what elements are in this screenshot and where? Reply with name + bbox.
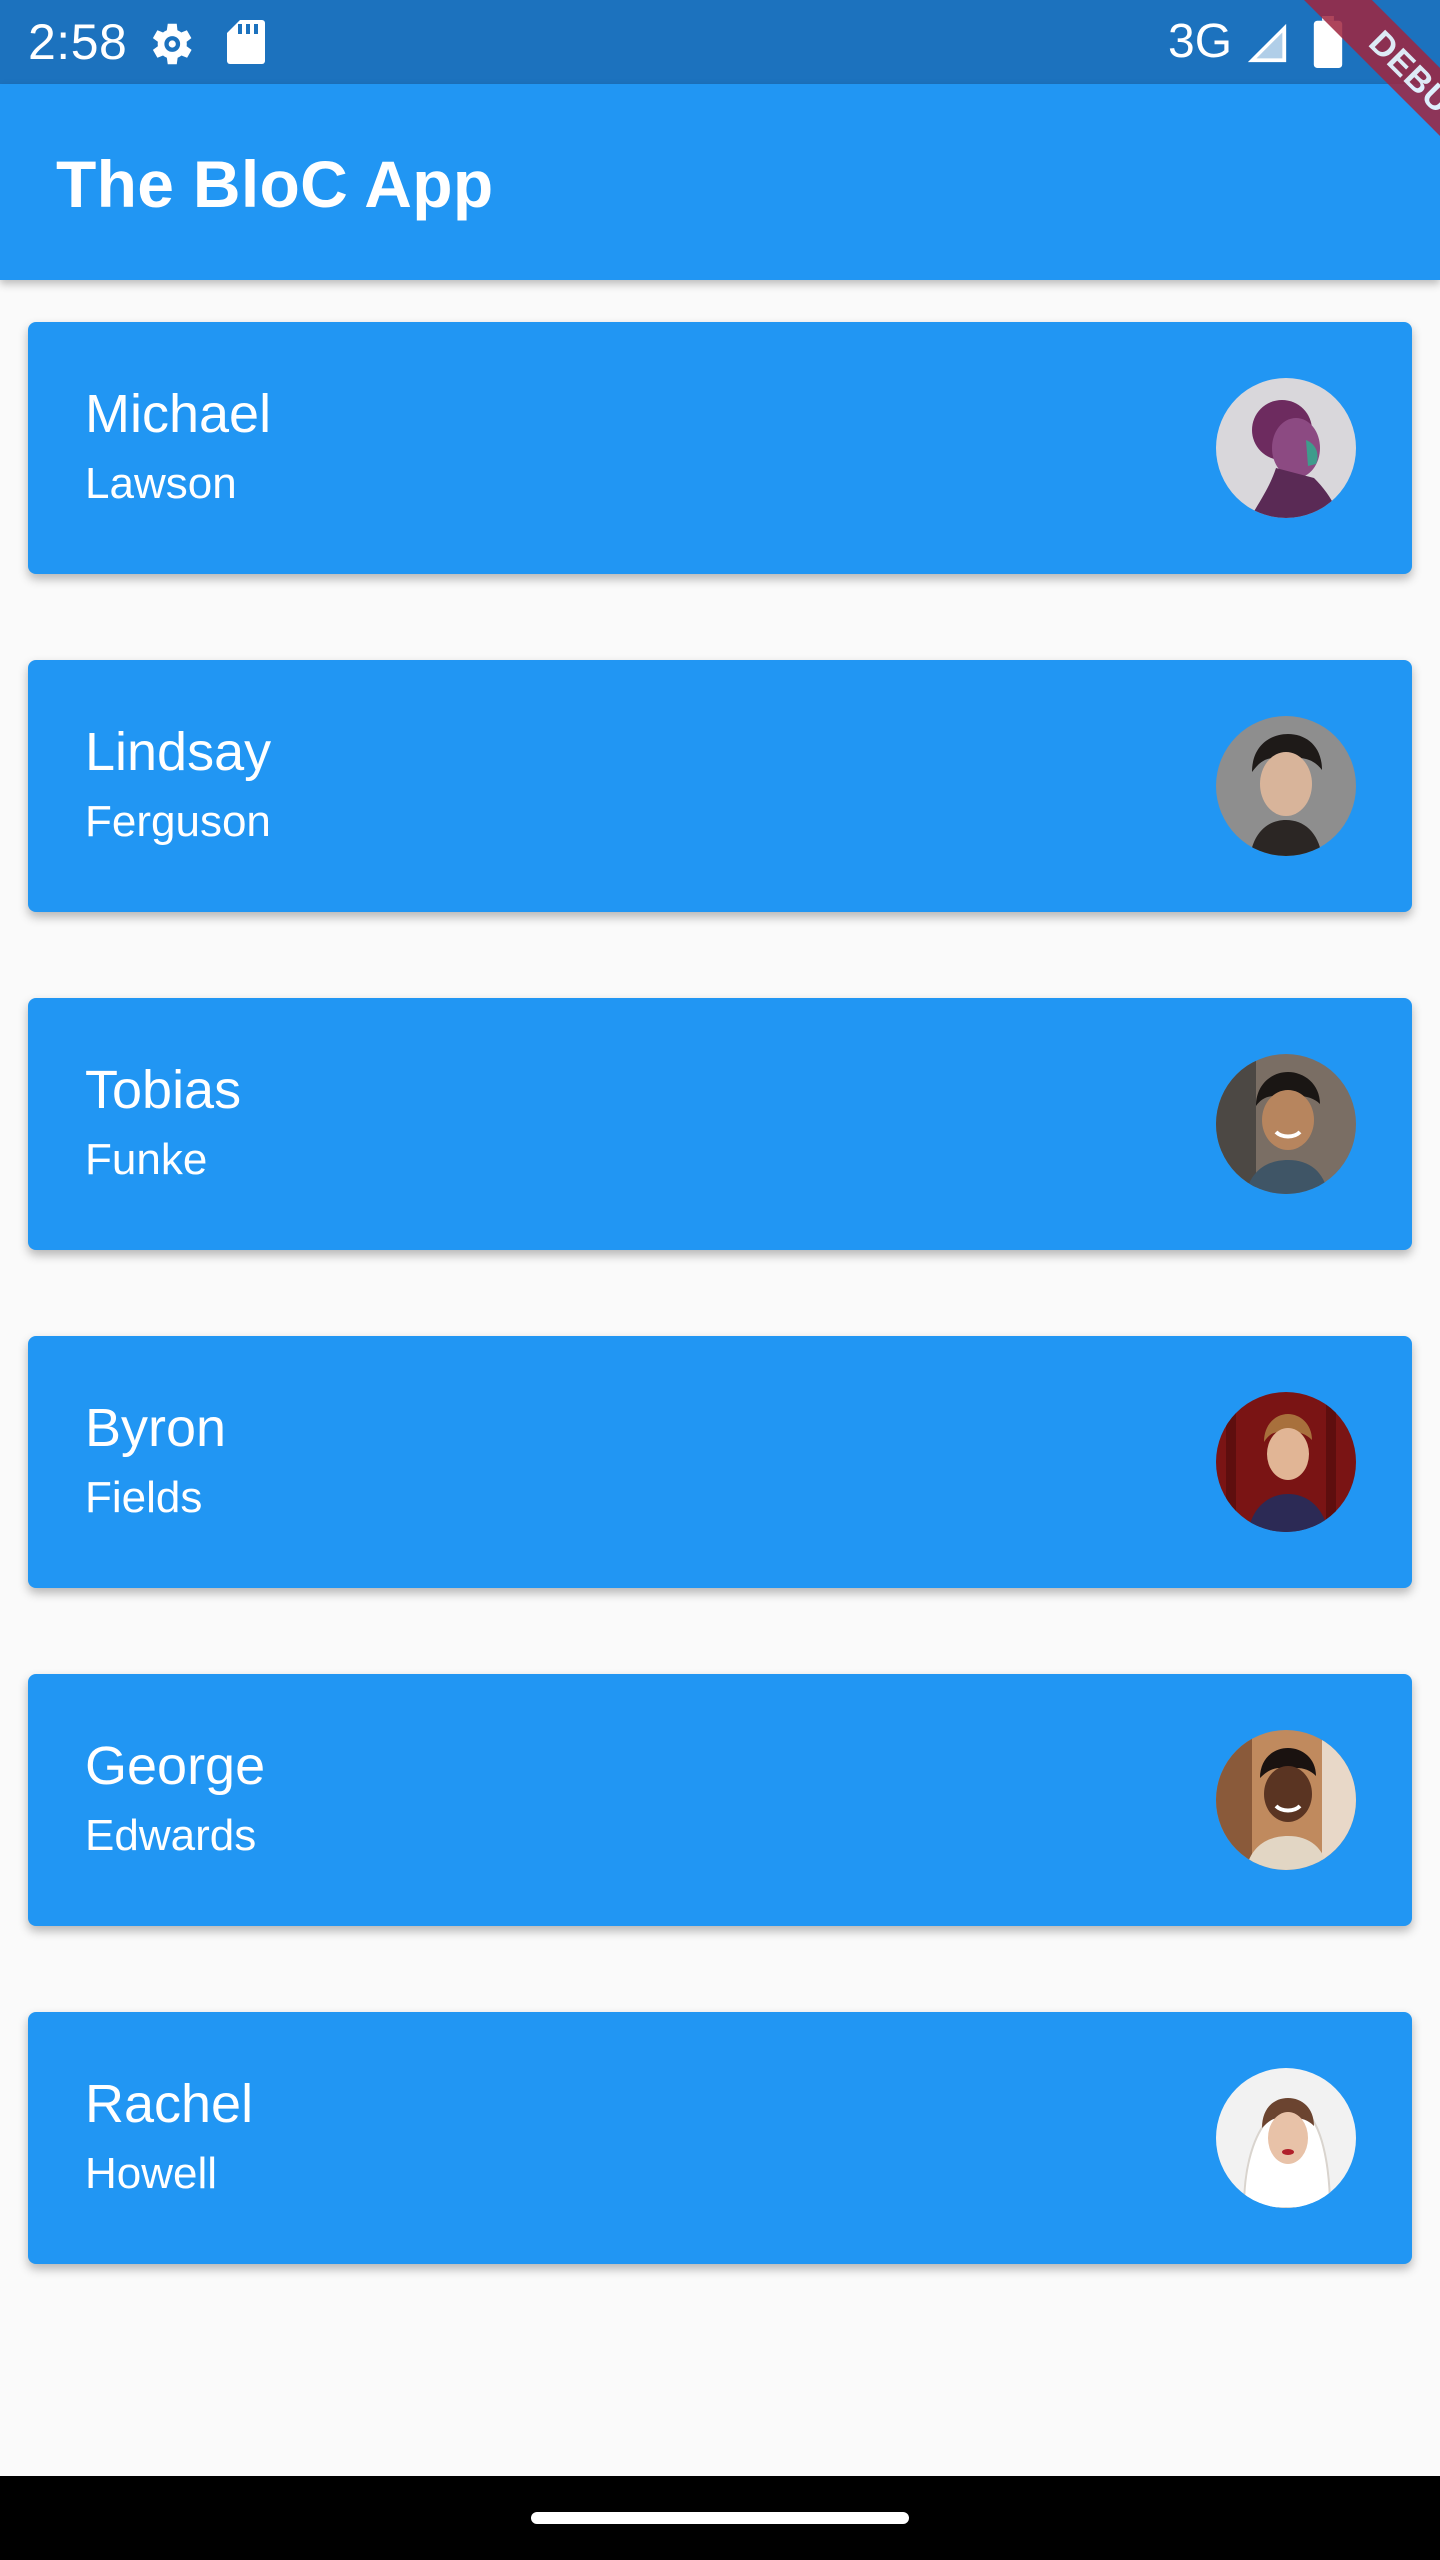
user-first-name: Michael: [85, 384, 272, 444]
user-first-name: Tobias: [85, 1060, 242, 1120]
app-bar: The BloC App: [0, 84, 1440, 280]
avatar: [1216, 1054, 1356, 1194]
network-type: 3G: [1168, 15, 1233, 68]
signal-icon: [1247, 23, 1287, 63]
sd-card-icon: [227, 20, 265, 64]
user-card[interactable]: George Edwards: [28, 1674, 1412, 1926]
navigation-bar: [0, 2476, 1440, 2560]
user-last-name: Lawson: [85, 459, 237, 508]
app-title: The BloC App: [56, 147, 494, 221]
user-last-name: Funke: [85, 1135, 208, 1184]
home-indicator[interactable]: [531, 2512, 909, 2524]
user-last-name: Fields: [85, 1473, 203, 1522]
user-last-name: Howell: [85, 2149, 218, 2198]
avatar: [1216, 2068, 1356, 2208]
avatar: [1216, 378, 1356, 518]
status-time: 2:58: [28, 14, 128, 70]
user-card[interactable]: Lindsay Ferguson: [28, 660, 1412, 912]
user-first-name: Rachel: [85, 2074, 254, 2134]
user-card[interactable]: Byron Fields: [28, 1336, 1412, 1588]
user-card[interactable]: Rachel Howell: [28, 2012, 1412, 2264]
user-card[interactable]: Michael Lawson: [28, 322, 1412, 574]
avatar: [1216, 716, 1356, 856]
user-last-name: Edwards: [85, 1811, 257, 1860]
user-card[interactable]: Tobias Funke: [28, 998, 1412, 1250]
avatar: [1216, 1392, 1356, 1532]
user-first-name: Lindsay: [85, 722, 272, 782]
battery-icon: [1313, 16, 1343, 68]
user-last-name: Ferguson: [85, 797, 271, 846]
avatar: [1216, 1730, 1356, 1870]
gear-icon: [152, 23, 192, 65]
user-first-name: George: [85, 1736, 266, 1796]
user-first-name: Byron: [85, 1398, 227, 1458]
status-bar: 2:58 3G: [0, 0, 1440, 84]
